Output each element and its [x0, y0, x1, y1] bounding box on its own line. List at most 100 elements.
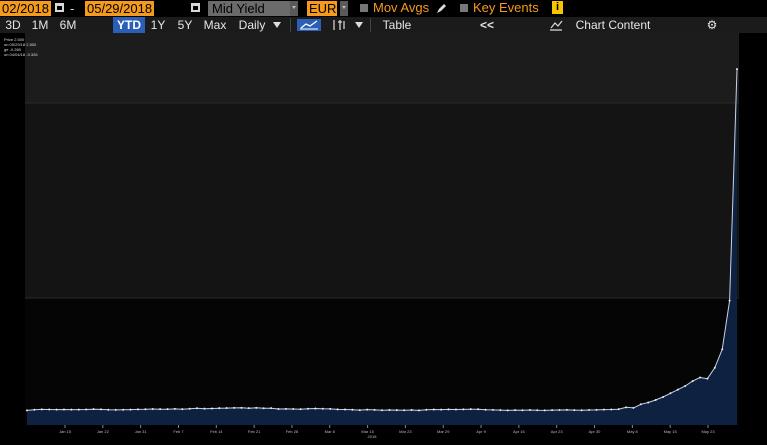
start-date-field[interactable]: 02/2018 [0, 1, 51, 16]
end-calendar-icon[interactable] [191, 3, 200, 12]
data-point [477, 408, 480, 411]
frequency-chevron-down-icon[interactable] [273, 22, 281, 28]
x-tick-label: Mar 23 [399, 429, 412, 434]
data-point [344, 408, 347, 411]
data-point [173, 407, 176, 410]
data-point [699, 376, 702, 379]
data-point [381, 409, 383, 412]
data-point [558, 409, 561, 412]
data-point [358, 409, 361, 412]
top-toolbar: 02/2018 - 05/29/2018 Mid Yield EUR Mov A… [0, 0, 767, 17]
data-point [196, 407, 199, 410]
data-point [48, 408, 51, 411]
x-tick-label: Feb 7 [173, 429, 184, 434]
data-point [388, 409, 391, 412]
plot-band-bottom [25, 298, 739, 425]
date-separator: - [70, 1, 75, 16]
data-point [506, 409, 509, 412]
data-point [713, 366, 716, 369]
x-tick-label: Mar 29 [437, 429, 450, 434]
data-point [454, 408, 457, 411]
currency-dropdown-icon[interactable] [340, 1, 348, 16]
toolbar-divider [370, 18, 371, 32]
data-point [144, 408, 147, 411]
period-6m[interactable]: 6M [55, 17, 81, 33]
chevron-down-icon[interactable] [355, 22, 363, 28]
data-point [129, 408, 132, 411]
table-button[interactable]: Table [380, 17, 414, 33]
data-point [728, 299, 731, 302]
data-point [676, 388, 679, 391]
data-point [462, 408, 465, 411]
data-point [514, 409, 517, 412]
line-chart-icon[interactable] [297, 19, 321, 31]
data-point [70, 408, 73, 411]
period-1y[interactable]: 1Y [147, 17, 169, 33]
period-3d[interactable]: 3D [1, 17, 25, 33]
data-point [159, 408, 162, 411]
data-point [403, 409, 406, 412]
collapse-icon[interactable]: << [476, 17, 498, 33]
mov-avgs-label[interactable]: Mov Avgs [373, 0, 429, 16]
currency-field[interactable]: EUR [307, 1, 337, 16]
x-tick-label: Jan 15 [59, 429, 72, 434]
key-events-checkbox[interactable] [460, 4, 468, 12]
data-point [307, 407, 310, 410]
data-point [329, 407, 332, 410]
data-point [255, 406, 258, 409]
data-point [77, 408, 80, 411]
yield-chart[interactable]: Jan 15 Jan 22 Jan 31 Feb 7 Feb 14 Feb 21 Feb 2… [0, 33, 767, 445]
x-tick-label: Apr 16 [513, 429, 526, 434]
plot-band-top [25, 33, 739, 103]
year-label: 2018 [368, 434, 378, 439]
x-tick-label: Jan 22 [97, 429, 110, 434]
period-1m[interactable]: 1M [27, 17, 53, 33]
data-point [425, 408, 428, 411]
data-point [55, 408, 58, 411]
frequency-select[interactable]: Daily [235, 17, 269, 33]
data-point [632, 406, 635, 409]
data-point [625, 406, 628, 409]
chart-content-icon [550, 20, 563, 31]
data-point [62, 408, 65, 411]
data-point [203, 407, 206, 410]
pencil-icon[interactable] [436, 3, 447, 14]
data-point [218, 407, 221, 410]
field-dropdown-icon[interactable] [290, 1, 298, 16]
mov-avgs-checkbox[interactable] [360, 4, 368, 12]
start-calendar-icon[interactable] [55, 3, 64, 12]
data-point [639, 403, 642, 406]
data-point [484, 408, 487, 411]
x-tick-label: May 8 [627, 429, 639, 434]
data-point [440, 408, 443, 411]
info-icon[interactable]: i [552, 1, 563, 14]
data-point [40, 408, 43, 411]
data-point [595, 408, 598, 411]
key-events-label[interactable]: Key Events [473, 0, 539, 16]
data-point [469, 408, 472, 411]
data-point [669, 392, 672, 395]
data-point [262, 407, 265, 410]
data-point [270, 407, 273, 410]
period-5y[interactable]: 5Y [174, 17, 196, 33]
data-point [706, 377, 709, 380]
x-tick-label: Apr 23 [551, 429, 564, 434]
period-ytd[interactable]: YTD [113, 17, 145, 33]
field-select[interactable]: Mid Yield [208, 1, 290, 16]
data-point [292, 408, 295, 411]
data-point [351, 408, 354, 411]
data-point [92, 408, 95, 411]
data-point [166, 408, 169, 411]
end-date-field[interactable]: 05/29/2018 [85, 1, 155, 16]
x-tick-label: Feb 28 [286, 429, 299, 434]
chart-legend: Price 2.500 on 05/29/18 2.500 ge -0.265 … [4, 37, 38, 57]
x-tick-label: Apr 9 [476, 429, 486, 434]
period-max[interactable]: Max [200, 17, 230, 33]
settings-gear-icon[interactable]: ⚙ [702, 17, 722, 33]
data-point [85, 408, 88, 411]
x-tick-label: May 23 [701, 429, 715, 434]
data-point [588, 409, 591, 412]
chart-content-button[interactable]: Chart Content [573, 17, 653, 33]
crosshair-icon[interactable] [332, 19, 346, 31]
data-point [33, 408, 36, 411]
